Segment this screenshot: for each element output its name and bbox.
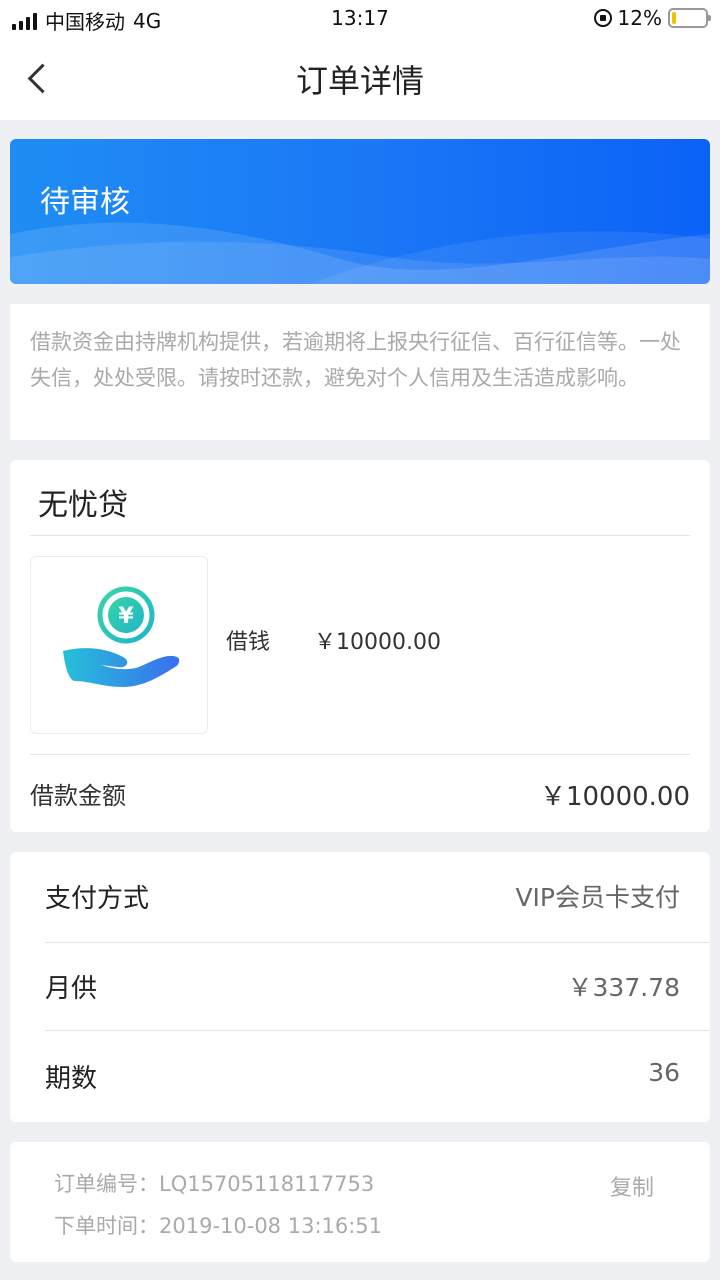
monthly-payment-label: 月供	[45, 974, 98, 1004]
loan-amount-label: 借款金额	[30, 782, 126, 810]
monthly-payment-value: ￥337.78	[567, 973, 680, 1002]
installments-value: 36	[648, 1058, 680, 1087]
svg-text:¥: ¥	[118, 604, 134, 629]
product-name: 无忧贷	[38, 488, 128, 523]
divider	[30, 535, 690, 536]
installments-label: 期数	[45, 1064, 98, 1094]
monthly-payment-row: 月供 ￥337.78	[45, 942, 680, 1030]
risk-notice: 借款资金由持牌机构提供，若逾期将上报央行征信、百行征信等。一处失信，处处受限。请…	[10, 304, 710, 440]
page-title: 订单详情	[295, 62, 424, 100]
order-time-value: 2019-10-08 13:16:51	[159, 1214, 383, 1238]
status-bar-right: 12%	[593, 6, 711, 30]
payment-method-value: VIP会员卡支付	[515, 883, 680, 912]
divider	[45, 1030, 710, 1031]
divider	[30, 754, 690, 755]
order-info-card: 订单编号：LQ15705118117753 下单时间：2019-10-08 13…	[10, 1142, 710, 1262]
product-item-amount: ￥10000.00	[314, 630, 441, 655]
battery-percent: 12%	[617, 6, 662, 30]
order-time-label: 下单时间：	[54, 1214, 159, 1238]
status-bar: 中国移动 4G 13:17 12%	[0, 0, 720, 36]
loan-amount-value: ￥10000.00	[539, 782, 690, 812]
payment-method-label: 支付方式	[45, 884, 150, 914]
product-item-label: 借钱	[226, 630, 271, 655]
battery-icon	[668, 8, 711, 28]
payment-method-row: 支付方式 VIP会员卡支付	[45, 852, 680, 940]
nav-bar: 订单详情	[0, 36, 720, 120]
order-number-value: LQ15705118117753	[159, 1172, 375, 1196]
payment-card: 支付方式 VIP会员卡支付 月供 ￥337.78 期数 36	[10, 852, 710, 1122]
product-card: 无忧贷 ¥ 借钱 ￥10000.00 借款金额 ￥10000.00	[10, 460, 710, 832]
status-banner: 待审核	[10, 139, 710, 284]
copy-button[interactable]: 复制	[610, 1170, 654, 1202]
order-time-line: 下单时间：2019-10-08 13:16:51	[54, 1210, 382, 1240]
hand-coin-icon: ¥	[63, 586, 180, 687]
product-thumbnail: ¥	[30, 556, 208, 734]
order-number-label: 订单编号：	[54, 1172, 159, 1196]
rotation-lock-icon	[593, 9, 612, 27]
installments-row: 期数 36	[45, 1032, 680, 1120]
order-status: 待审核	[40, 185, 130, 220]
order-number-line: 订单编号：LQ15705118117753	[54, 1168, 374, 1198]
